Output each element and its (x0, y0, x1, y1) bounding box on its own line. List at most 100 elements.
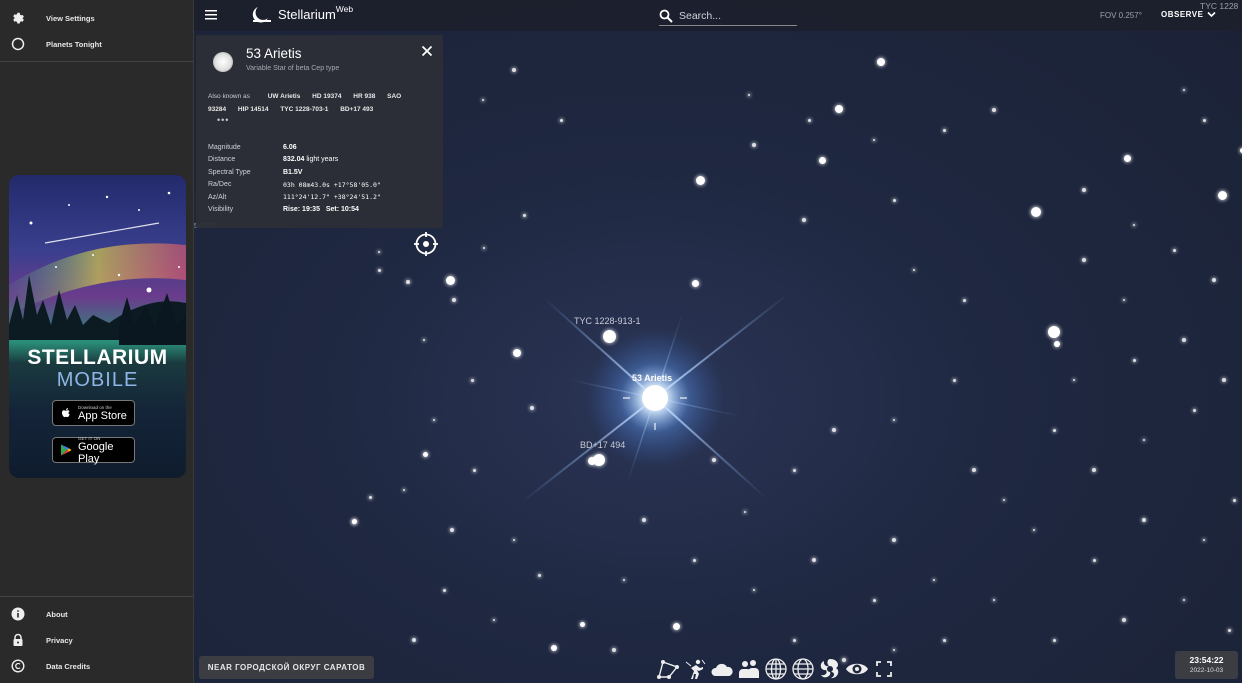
observe-dropdown[interactable]: OBSERVE (1161, 10, 1217, 19)
star[interactable] (1192, 408, 1196, 412)
star[interactable] (403, 489, 405, 491)
star[interactable] (423, 339, 425, 341)
date-time-button[interactable]: 23:54:22 2022-10-03 (1175, 651, 1238, 679)
star[interactable] (483, 247, 485, 249)
star[interactable] (672, 622, 680, 630)
star[interactable] (422, 451, 428, 457)
star[interactable] (892, 538, 896, 542)
star[interactable] (513, 349, 521, 357)
star[interactable] (1232, 498, 1236, 502)
star[interactable] (588, 457, 596, 465)
more-designations-button[interactable]: ••• (217, 115, 229, 125)
star[interactable] (1048, 326, 1060, 338)
star[interactable] (712, 458, 716, 462)
star[interactable] (892, 198, 896, 202)
app-store-button[interactable]: Download on the App Store (52, 400, 135, 426)
menu-icon[interactable] (204, 8, 220, 22)
constellation-art-icon[interactable] (682, 656, 707, 682)
star[interactable] (1202, 118, 1206, 122)
star[interactable] (559, 118, 563, 122)
star[interactable] (368, 495, 372, 499)
star[interactable] (752, 143, 756, 147)
sidebar-item-privacy[interactable]: Privacy (0, 627, 193, 653)
star[interactable] (1222, 378, 1226, 382)
star[interactable] (1217, 190, 1227, 200)
fullscreen-icon[interactable] (871, 656, 896, 682)
star[interactable] (412, 638, 416, 642)
star[interactable] (877, 58, 885, 66)
star[interactable] (818, 156, 826, 164)
star[interactable] (522, 213, 526, 217)
star[interactable] (692, 558, 696, 562)
star[interactable] (873, 139, 875, 141)
star[interactable] (1052, 638, 1056, 642)
star[interactable] (748, 94, 750, 96)
google-play-button[interactable]: GET IT ON Google Play (52, 436, 135, 465)
star[interactable] (377, 268, 381, 272)
star[interactable] (1203, 539, 1205, 541)
star[interactable] (493, 619, 495, 621)
star[interactable] (832, 428, 836, 432)
search-input[interactable] (679, 9, 789, 22)
star[interactable] (512, 68, 516, 72)
star[interactable] (792, 468, 796, 472)
star[interactable] (1003, 499, 1005, 501)
star[interactable] (942, 128, 946, 132)
star[interactable] (691, 279, 699, 287)
star[interactable] (1182, 338, 1186, 342)
star[interactable] (744, 511, 746, 513)
equatorial-grid-icon[interactable] (790, 656, 815, 682)
star[interactable] (1123, 299, 1125, 301)
star[interactable] (1082, 188, 1086, 192)
crosshair-icon[interactable] (414, 232, 438, 256)
star[interactable] (1183, 89, 1185, 91)
star[interactable] (807, 118, 811, 122)
star[interactable] (472, 468, 476, 472)
star[interactable] (1033, 529, 1035, 531)
star[interactable] (623, 579, 625, 581)
star[interactable] (442, 588, 446, 592)
star[interactable] (1172, 248, 1176, 252)
star[interactable] (1073, 379, 1075, 381)
sidebar-item-about[interactable]: About (0, 601, 193, 627)
star[interactable] (812, 558, 816, 562)
star[interactable] (445, 275, 455, 285)
landscape-icon[interactable] (736, 656, 761, 682)
star[interactable] (612, 648, 616, 652)
star[interactable] (530, 406, 534, 410)
star[interactable] (1132, 358, 1136, 362)
close-icon[interactable] (421, 44, 433, 57)
star[interactable] (1212, 278, 1216, 282)
azimuthal-grid-icon[interactable] (763, 656, 788, 682)
stellarium-mobile-promo[interactable]: STELLARIUM MOBILE Download on the App St… (9, 175, 186, 478)
star[interactable] (450, 528, 454, 532)
star[interactable] (352, 520, 356, 524)
sidebar-item-view-settings[interactable]: View Settings (0, 5, 193, 31)
star[interactable] (1092, 468, 1096, 472)
star[interactable] (913, 269, 915, 271)
star[interactable] (470, 378, 474, 382)
star[interactable] (1143, 439, 1145, 441)
star[interactable] (992, 108, 996, 112)
location-button[interactable]: NEAR ГОРОДСКОЙ ОКРУГ САРАТОВ (199, 656, 374, 679)
atmosphere-icon[interactable] (709, 656, 734, 682)
star[interactable] (942, 638, 946, 642)
star[interactable] (1031, 207, 1041, 217)
star[interactable] (513, 539, 515, 541)
star[interactable] (802, 218, 806, 222)
star[interactable] (1054, 341, 1060, 347)
sidebar-item-planets-tonight[interactable]: Planets Tonight (0, 31, 193, 57)
star[interactable] (579, 621, 585, 627)
star[interactable] (1183, 599, 1185, 601)
deep-sky-icon[interactable] (817, 656, 842, 682)
star[interactable] (952, 378, 956, 382)
star[interactable] (962, 298, 966, 302)
star[interactable] (695, 175, 705, 185)
brand[interactable]: Stellarium Web (252, 4, 353, 24)
star[interactable] (753, 589, 755, 591)
star[interactable] (1082, 258, 1086, 262)
star[interactable] (1052, 428, 1056, 432)
star[interactable] (1123, 154, 1131, 162)
sidebar-item-data-credits[interactable]: Data Credits (0, 653, 193, 679)
star[interactable] (1227, 628, 1231, 632)
